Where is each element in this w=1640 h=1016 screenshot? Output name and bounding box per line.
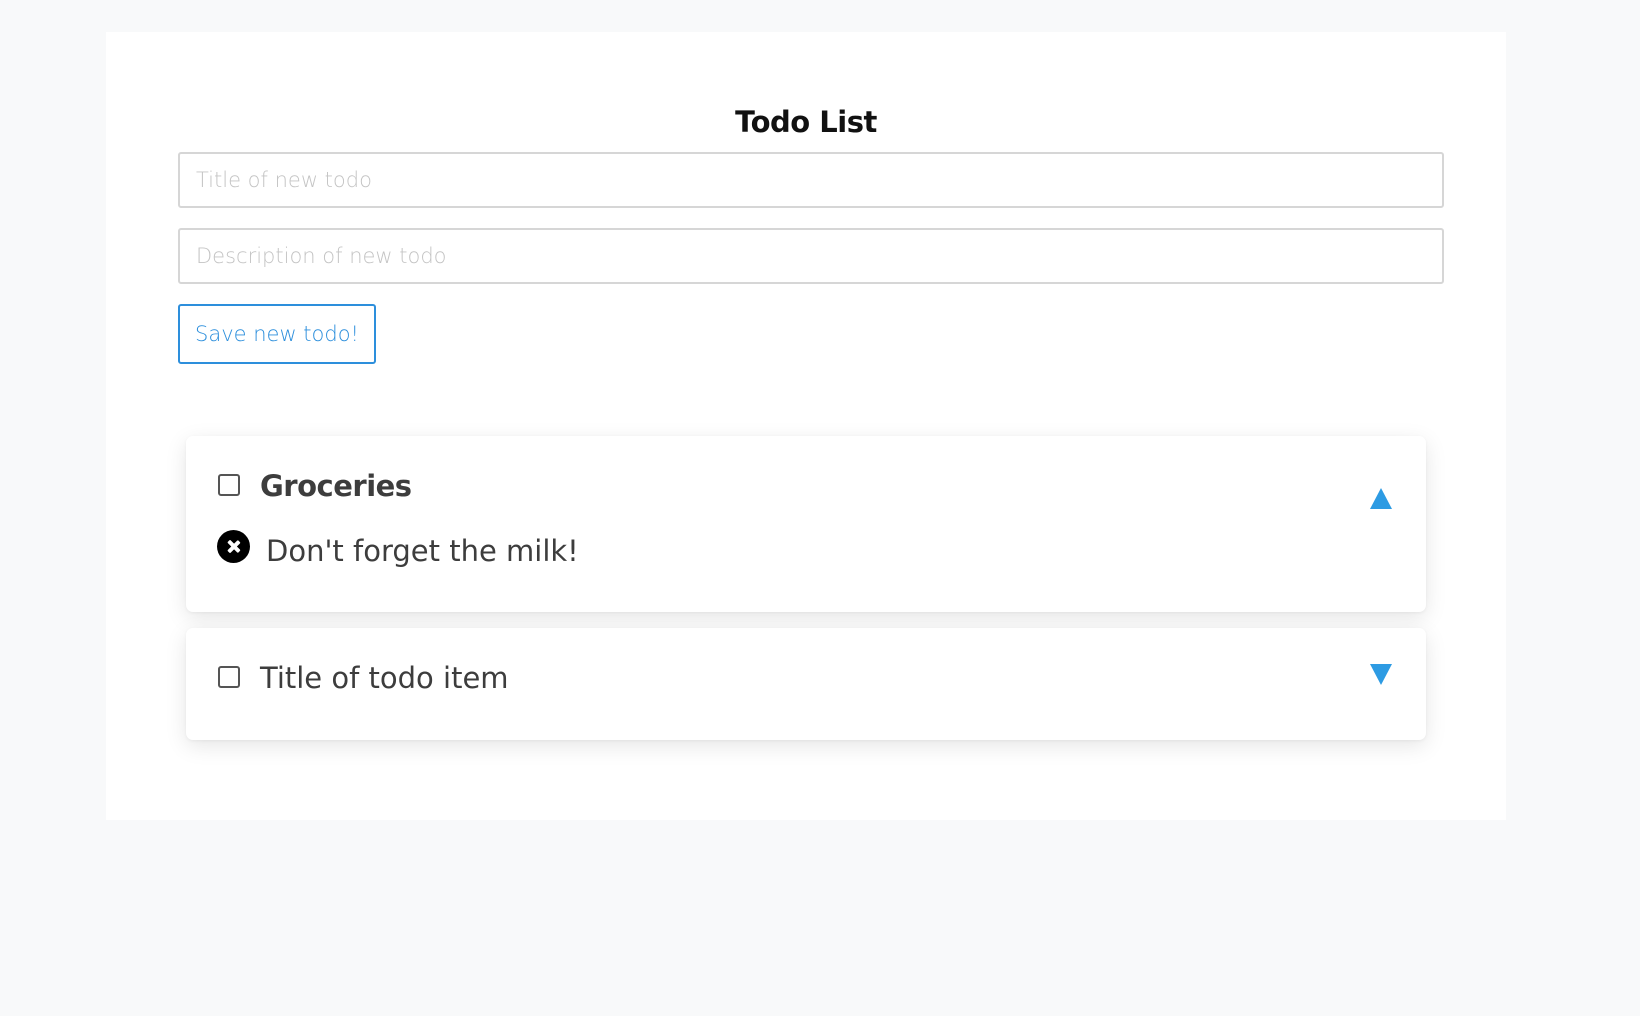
todo-title[interactable]: Groceries [260,469,412,503]
todo-panel: Todo List Save new todo! Groceries Don't… [106,32,1506,820]
todo-checkbox[interactable] [218,666,240,688]
todo-title[interactable]: Title of todo item [260,661,509,695]
todo-description: Don't forget the milk! [266,534,579,568]
new-todo-title-input[interactable] [178,152,1444,208]
save-todo-button[interactable]: Save new todo! [178,304,376,364]
close-icon[interactable] [217,530,250,563]
new-todo-description-input[interactable] [178,228,1444,284]
todo-card: Groceries Don't forget the milk! [186,436,1426,612]
todo-checkbox[interactable] [218,474,240,496]
page-title: Todo List [735,105,877,139]
chevron-up-icon[interactable] [1370,488,1392,509]
chevron-down-icon[interactable] [1370,664,1392,685]
todo-card: Title of todo item [186,628,1426,740]
